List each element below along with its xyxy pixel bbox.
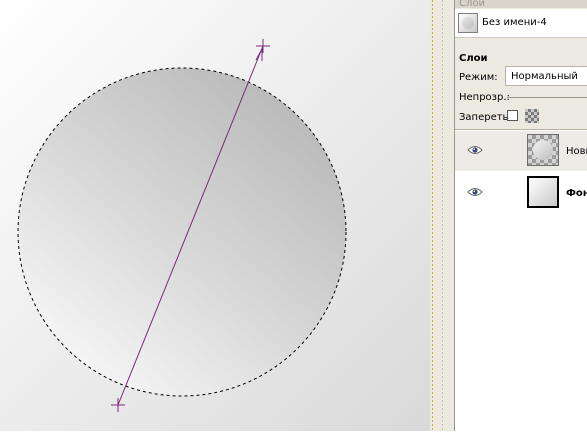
layer-name[interactable]: Фон — [566, 188, 587, 199]
image-selector[interactable]: Без имени-4 — [455, 9, 587, 38]
lock-pixels-checkbox[interactable] — [507, 110, 518, 121]
eye-icon[interactable] — [467, 186, 483, 198]
mode-dropdown[interactable]: Нормальный — [505, 66, 587, 86]
layer-name[interactable]: Новы — [566, 146, 587, 157]
image-canvas[interactable] — [0, 0, 430, 431]
canvas-ruler-gutter — [430, 0, 454, 431]
layer-row[interactable]: Новы — [455, 131, 587, 171]
canvas-drawing — [17, 39, 347, 412]
layers-list: Новы Фон — [455, 129, 587, 432]
layers-section-title: Слои — [459, 53, 488, 64]
dock-separator[interactable] — [442, 0, 443, 431]
guide-dash-line — [432, 0, 433, 431]
circle-shape — [18, 68, 346, 396]
opacity-slider[interactable] — [507, 97, 587, 98]
lock-alpha-icon[interactable] — [525, 109, 539, 123]
eye-icon[interactable] — [467, 144, 483, 156]
layer-thumbnail — [527, 176, 559, 208]
layer-thumbnail — [527, 134, 559, 166]
lock-label: Запереть: — [459, 112, 512, 123]
gradient-arrow-tip — [255, 48, 263, 61]
gradient-end-handle[interactable] — [111, 398, 125, 412]
layers-dock-panel: Слои Без имени-4 Слои Режим: Нормальный … — [454, 0, 587, 432]
layer-row[interactable]: Фон — [455, 173, 587, 213]
panel-title: Слои — [455, 0, 587, 8]
mode-label: Режим: — [459, 72, 498, 83]
opacity-label: Непрозр.: — [459, 92, 510, 103]
image-thumbnail — [458, 13, 478, 33]
gradient-start-handle[interactable] — [256, 39, 270, 53]
image-name: Без имени-4 — [482, 17, 547, 28]
